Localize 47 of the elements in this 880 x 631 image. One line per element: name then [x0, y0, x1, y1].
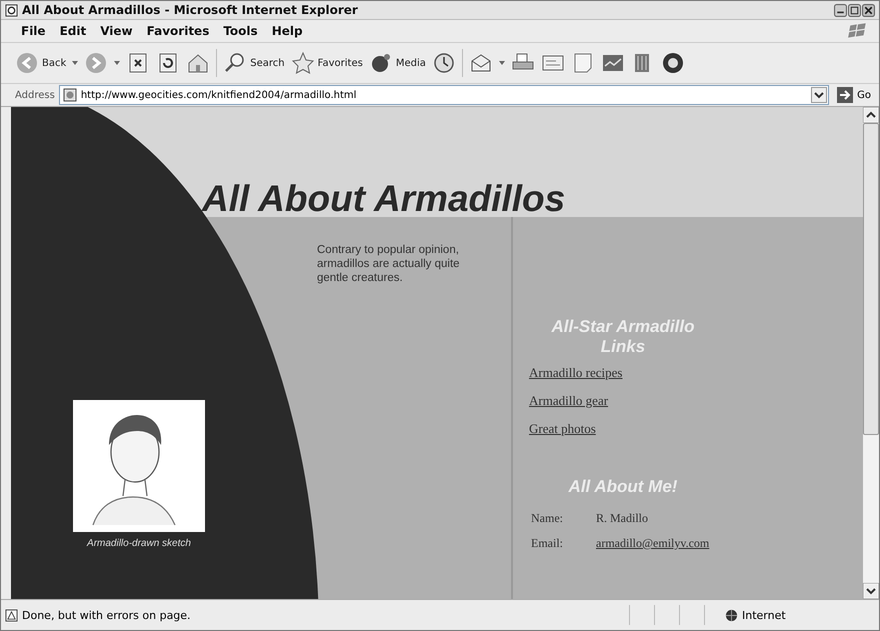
caret-icon: [498, 61, 505, 65]
maximize-button[interactable]: [848, 4, 861, 16]
caret-icon: [72, 61, 78, 65]
scrollbar-thumb[interactable]: [863, 123, 879, 435]
dropdown-button[interactable]: [811, 87, 828, 103]
go-button[interactable]: Go: [833, 87, 875, 103]
menu-item[interactable]: Favorites: [146, 24, 210, 38]
email-link[interactable]: armadillo@emilyv.com: [596, 536, 710, 551]
page-link[interactable]: Armadillo gear: [529, 393, 608, 409]
page-heading: All About Armadillos: [202, 177, 566, 221]
toolbar-button[interactable]: Search: [223, 51, 285, 75]
star-icon: [290, 51, 315, 75]
window-title: All About Armadillos - Microsoft Internet Explorer: [22, 3, 359, 17]
image-caption: Armadillo-drawn sketch: [87, 538, 191, 549]
arrow-icon: [837, 87, 854, 103]
page-link[interactable]: Armadillo recipes: [529, 365, 622, 381]
address-label: Address: [15, 90, 55, 100]
disc-icon: [660, 51, 685, 75]
scroll-down-button[interactable]: [863, 583, 879, 599]
minimize-button[interactable]: [834, 4, 847, 16]
menu-item[interactable]: Edit: [60, 24, 86, 38]
menu-item[interactable]: File: [21, 24, 46, 38]
page-icon: [62, 88, 77, 102]
address-field[interactable]: http://www.geocities.com/knitfiend2004/armadillo.html: [58, 85, 830, 105]
toolbar-button[interactable]: Media: [368, 51, 426, 75]
menu-item[interactable]: Tools: [223, 24, 258, 38]
field-label: Email:: [531, 536, 564, 551]
toolbar-button[interactable]: [660, 51, 685, 75]
browser-icon: [5, 4, 18, 16]
field-label: Name:: [531, 511, 564, 526]
intro-text: Contrary to popular opinion, armadillos are actually quite gentle creatures.: [317, 243, 461, 285]
menu-item[interactable]: Help: [272, 24, 303, 38]
about-heading: All About Me!: [567, 477, 678, 497]
field-value: R. Madillo: [596, 511, 648, 526]
status-text: Done, but with errors on page.: [22, 608, 192, 622]
toolbar-button[interactable]: Back: [15, 51, 78, 75]
links-heading: All-Star Armadillo Links: [550, 317, 696, 357]
clock-icon: [432, 51, 456, 75]
toolbar-button[interactable]: [432, 51, 456, 75]
menu-item[interactable]: View: [100, 24, 133, 38]
warning-icon: [5, 608, 18, 622]
page-link[interactable]: Great photos: [529, 421, 596, 437]
scroll-up-button[interactable]: [863, 107, 879, 123]
close-button[interactable]: [862, 4, 875, 16]
caret-icon: [114, 61, 120, 65]
zone-text: Internet: [742, 608, 786, 622]
toolbar-button[interactable]: Favorites: [290, 51, 363, 75]
